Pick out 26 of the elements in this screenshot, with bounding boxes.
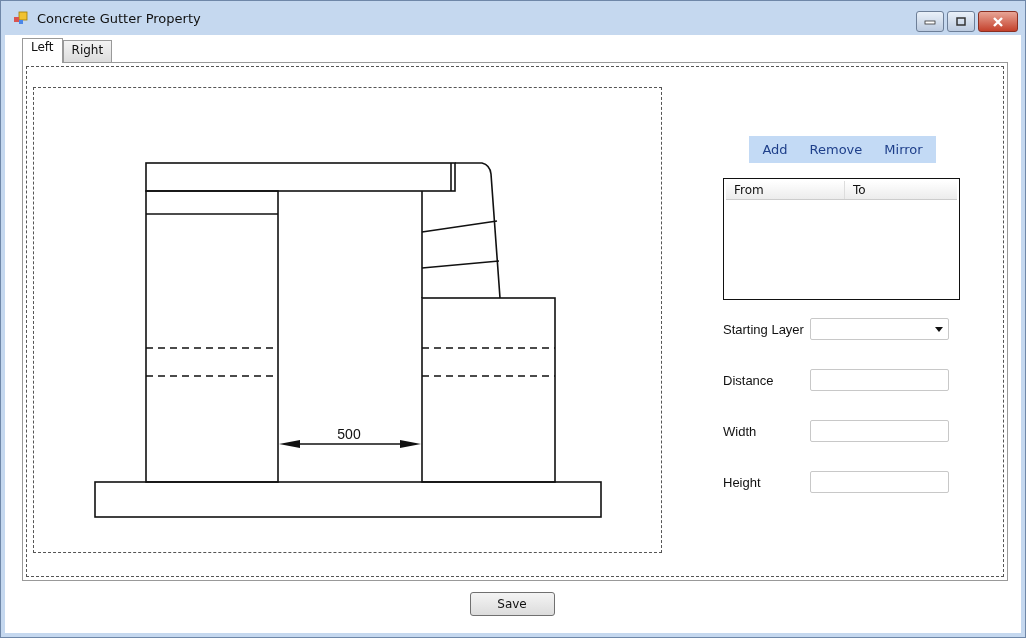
field-label: Width xyxy=(723,423,758,439)
input-field[interactable] xyxy=(810,471,949,493)
tab[interactable]: Left xyxy=(22,38,63,63)
restore-button[interactable] xyxy=(947,11,975,32)
window-title: Concrete Gutter Property xyxy=(37,10,201,26)
column-header[interactable]: From xyxy=(726,181,845,199)
input-field[interactable] xyxy=(810,369,949,391)
minimize-button[interactable] xyxy=(916,11,944,32)
close-button[interactable] xyxy=(978,11,1018,32)
minimize-icon xyxy=(924,18,936,25)
caret-icon xyxy=(935,326,943,332)
dimension-label: 500 xyxy=(337,426,361,442)
restore-icon xyxy=(955,16,967,27)
app-icon xyxy=(13,11,29,25)
starting-layer-dropdown[interactable] xyxy=(810,318,949,340)
field-label: Height xyxy=(723,474,762,490)
input-field[interactable] xyxy=(810,420,949,442)
toolbar-button[interactable]: Add xyxy=(762,142,788,157)
column-header[interactable]: To xyxy=(845,181,874,199)
toolbar-button[interactable]: Mirror xyxy=(884,142,923,157)
tab[interactable]: Right xyxy=(62,40,113,62)
save-button[interactable]: Save xyxy=(469,592,555,616)
toolbar-button[interactable]: Remove xyxy=(809,142,863,157)
field-label: Starting Layer xyxy=(723,321,805,337)
field-label: Distance xyxy=(723,372,775,388)
close-icon xyxy=(992,16,1004,27)
